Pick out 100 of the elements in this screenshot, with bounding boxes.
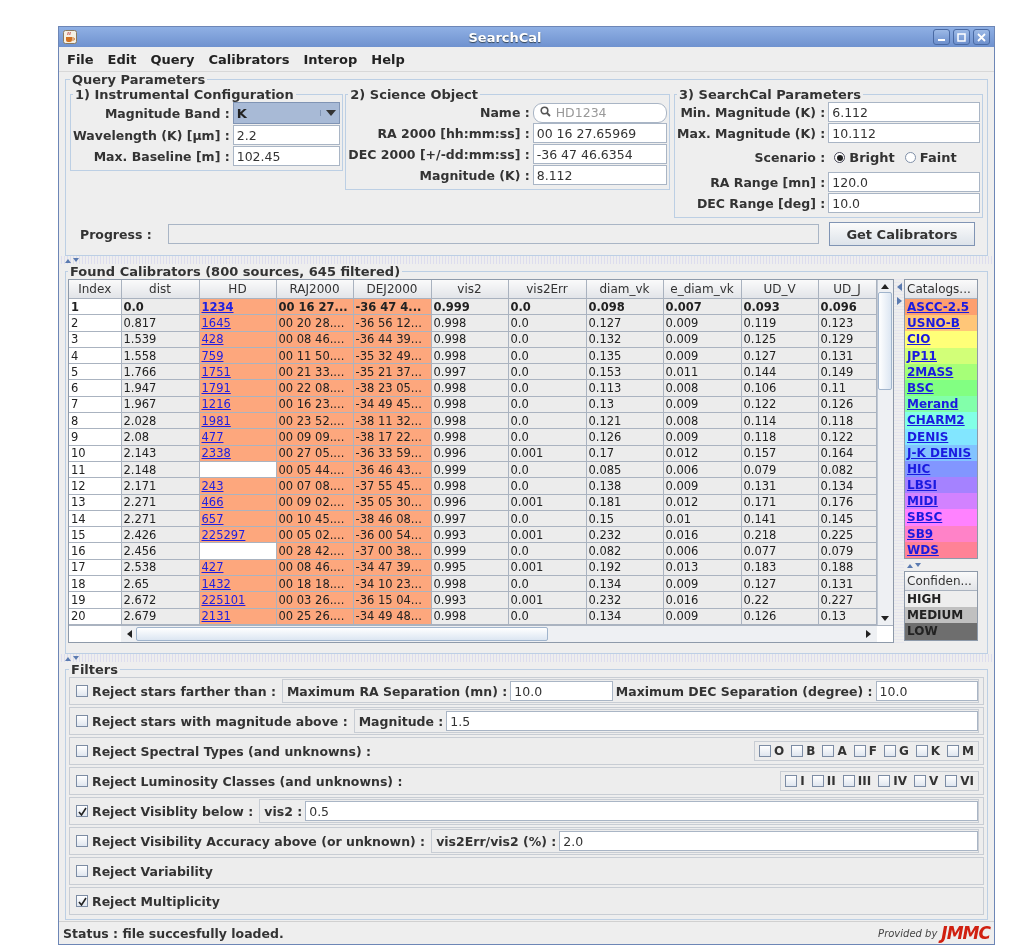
collapse-arrows-icon[interactable] (907, 562, 921, 568)
catalog-link[interactable]: CIO (905, 331, 977, 348)
right-arrow-icon[interactable] (866, 630, 871, 638)
close-button[interactable] (973, 29, 990, 45)
catalog-link[interactable]: Merand (905, 396, 977, 413)
maximize-button[interactable] (953, 29, 970, 45)
checkbox[interactable]: Reject Luminosity Classes (and unknowns) : (76, 773, 403, 789)
radio-option[interactable]: Bright (834, 150, 895, 165)
checkbox[interactable]: IV (878, 774, 907, 788)
hd-link[interactable]: 1791 (201, 381, 231, 396)
hd-link[interactable]: 428 (201, 332, 224, 347)
horizontal-scrollbar[interactable] (121, 626, 877, 642)
hd-link[interactable]: 657 (201, 511, 224, 526)
menu-item[interactable]: Interop (297, 51, 366, 67)
checkbox[interactable]: Reject Multiplicity (76, 893, 220, 909)
radio-option[interactable]: Faint (904, 150, 957, 165)
column-header[interactable]: HD (199, 280, 276, 299)
text-field[interactable]: 10.0 (828, 193, 980, 213)
scrollbar-thumb[interactable] (136, 627, 548, 641)
column-header[interactable]: UD_V (741, 280, 818, 299)
collapse-arrows-icon[interactable] (896, 283, 902, 305)
text-field[interactable]: 1.5 (446, 711, 978, 731)
column-header[interactable]: DEJ2000 (353, 280, 431, 299)
hd-link[interactable]: 225101 (201, 593, 246, 607)
close-icon[interactable] (977, 32, 986, 42)
menu-item[interactable]: Help (365, 51, 413, 67)
column-header[interactable]: vis2Err (508, 280, 586, 299)
text-field[interactable]: 120.0 (828, 172, 980, 192)
checkbox[interactable]: B (791, 744, 816, 758)
menu-item[interactable]: File (61, 51, 102, 67)
down-arrow-icon[interactable] (881, 616, 890, 621)
checkbox[interactable]: Reject Visibility Accuracy above (or unknown) : (76, 833, 426, 849)
column-header[interactable]: diam_vk (586, 280, 663, 299)
dropdown[interactable]: K (232, 102, 341, 124)
menu-item[interactable]: Calibrators (202, 51, 298, 67)
hd-link[interactable]: 427 (201, 560, 224, 575)
hd-link[interactable]: 1981 (201, 413, 231, 428)
checkbox[interactable]: Reject Spectral Types (and unknowns) : (76, 743, 371, 759)
checkbox[interactable]: Reject stars farther than : (76, 683, 276, 699)
left-arrow-icon[interactable] (127, 630, 132, 638)
text-field[interactable]: 102.45 (232, 146, 341, 166)
text-field[interactable]: 2.2 (232, 125, 341, 145)
hd-link[interactable]: 225297 (201, 527, 246, 542)
menu-item[interactable]: Edit (101, 51, 145, 67)
hd-link[interactable]: 2131 (201, 609, 231, 624)
catalog-link[interactable]: USNO-B (905, 315, 977, 332)
column-header[interactable]: Confiden... (905, 572, 977, 591)
up-arrow-icon[interactable] (881, 284, 890, 289)
search-field[interactable]: HD1234 (532, 102, 668, 123)
catalog-link[interactable]: CHARM2 (905, 412, 977, 429)
hd-link[interactable]: 1216 (201, 397, 231, 412)
checkbox[interactable]: Reject Variability (76, 863, 213, 879)
text-field[interactable]: 10.0 (875, 681, 978, 701)
scrollbar-thumb[interactable] (878, 292, 893, 390)
checkbox[interactable]: A (822, 744, 847, 758)
checkbox[interactable]: V (913, 774, 939, 788)
text-field[interactable]: 2.0 (559, 831, 978, 851)
column-header[interactable]: vis2 (431, 280, 508, 299)
hd-link[interactable]: 1751 (201, 364, 231, 379)
column-header[interactable]: Index (69, 280, 121, 299)
hd-link[interactable]: 1234 (201, 299, 234, 314)
catalog-link[interactable]: ASCC-2.5 (905, 299, 977, 316)
column-header[interactable]: UD_J (818, 280, 876, 299)
radio-button[interactable] (904, 152, 916, 163)
menu-item[interactable]: Query (144, 51, 203, 67)
column-header[interactable]: Catalogs... (905, 280, 977, 299)
column-header[interactable]: e_diam_vk (663, 280, 741, 299)
hd-link[interactable]: 477 (201, 430, 224, 444)
radio-button[interactable] (834, 152, 846, 163)
checkbox[interactable]: Reject Visiblity below : (76, 803, 254, 819)
collapse-arrows-icon[interactable] (65, 257, 79, 263)
checkbox[interactable]: III (842, 774, 872, 788)
checkbox[interactable]: VI (945, 774, 974, 788)
hd-link[interactable]: 243 (201, 478, 224, 493)
text-field[interactable]: 00 16 27.65969 (532, 123, 668, 143)
text-field[interactable]: 0.5 (305, 801, 978, 821)
checkbox[interactable]: G (883, 744, 909, 758)
checkbox[interactable]: M (947, 744, 974, 758)
text-field[interactable]: 6.112 (828, 102, 980, 122)
hd-link[interactable]: 1645 (201, 315, 231, 330)
collapse-arrows-icon[interactable] (65, 655, 79, 661)
checkbox[interactable]: F (853, 744, 877, 758)
hd-link[interactable]: 759 (201, 348, 224, 363)
column-header[interactable]: RAJ2000 (276, 280, 353, 299)
catalog-link[interactable]: SBSC (905, 509, 977, 526)
checkbox[interactable]: II (811, 774, 836, 788)
hd-link[interactable]: 2338 (201, 446, 231, 461)
hd-link[interactable]: 1432 (201, 576, 231, 591)
hd-link[interactable]: 466 (201, 495, 224, 510)
maximize-icon[interactable] (957, 32, 966, 42)
text-field[interactable]: 8.112 (532, 165, 668, 185)
text-field[interactable]: 10.0 (510, 681, 613, 701)
catalog-link[interactable]: MIDI (905, 493, 977, 510)
text-field[interactable]: -36 47 46.6354 (532, 144, 668, 164)
minimize-button[interactable] (933, 29, 950, 45)
text-field[interactable]: 10.112 (828, 123, 980, 143)
column-header[interactable]: dist (121, 280, 199, 299)
checkbox[interactable]: O (759, 744, 785, 758)
checkbox[interactable]: K (915, 744, 941, 758)
checkbox[interactable]: Reject stars with magnitude above : (76, 713, 348, 729)
